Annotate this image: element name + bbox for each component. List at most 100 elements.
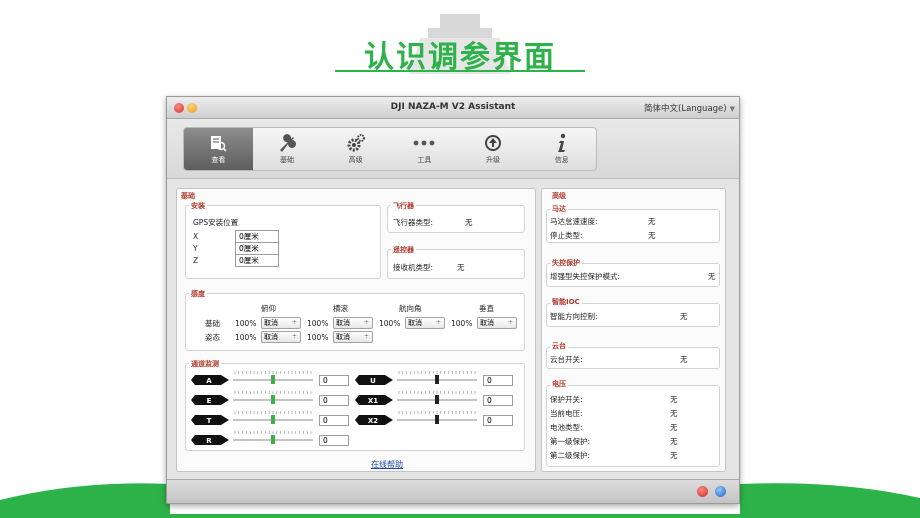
channel-value-field: 0 — [483, 375, 513, 386]
ioc-value: 无 — [680, 312, 688, 321]
mount-group-title: 安装 — [189, 201, 207, 211]
ioc-label: 智能方向控制: — [550, 312, 598, 321]
gain-vertical-select[interactable]: 取消 ÷ — [477, 317, 517, 329]
content-area: 基础 安装 GPS安装位置 X 0厘米 Y 0厘米 Z 0厘米 飞行器 飞行器类… — [173, 186, 733, 474]
select-value: 取消 — [264, 319, 278, 327]
language-select[interactable]: 简体中文(Language) ▼ — [644, 102, 735, 114]
gain-header-pitch: 俯仰 — [261, 304, 276, 313]
mount-z-field[interactable]: 0厘米 — [235, 254, 279, 267]
gain-roll-select[interactable]: 取消 ÷ — [333, 317, 373, 329]
stepper-icon: ÷ — [363, 333, 369, 340]
gain-yaw-select[interactable]: 取消 ÷ — [405, 317, 445, 329]
voltage-row-label: 电池类型: — [550, 423, 583, 432]
gimbal-group-title: 云台 — [550, 341, 568, 351]
select-value: 取消 — [336, 333, 350, 341]
channel-name: U — [370, 377, 376, 385]
receiver-type-label: 接收机类型: — [393, 263, 434, 272]
gain-group-title: 感度 — [189, 289, 207, 299]
tab-basic[interactable]: 基础 — [253, 128, 322, 170]
basic-panel: 基础 安装 GPS安装位置 X 0厘米 Y 0厘米 Z 0厘米 飞行器 飞行器类… — [176, 188, 536, 472]
stepper-icon: ÷ — [363, 319, 369, 326]
channel-slider[interactable] — [233, 410, 313, 424]
tab-advanced[interactable]: 高级 — [321, 128, 390, 170]
toolbar-tabs: 查看 基础 高级 工具 升级 信息 — [183, 127, 597, 171]
receiver-type-value: 无 — [457, 263, 465, 272]
tab-label: 查看 — [211, 156, 226, 164]
gain-row-label-basic: 基础 — [205, 319, 220, 328]
voltage-row-value: 无 — [670, 437, 678, 446]
channel-value-field: 0 — [319, 415, 349, 426]
channel-slider[interactable] — [233, 390, 313, 404]
tab-info[interactable]: 信息 — [527, 128, 596, 170]
wrench-icon — [276, 133, 298, 153]
channel-name: T — [207, 417, 212, 425]
axis-x-label: X — [193, 232, 199, 241]
voltage-row-value: 无 — [670, 451, 678, 460]
stepper-icon: ÷ — [435, 319, 441, 326]
advanced-section-title: 高级 — [552, 192, 566, 200]
language-label: 简体中文(Language) — [644, 104, 727, 114]
channel-slider[interactable] — [397, 390, 477, 404]
motor-idle-label: 马达怠速速度: — [550, 217, 598, 226]
ioc-group-title: 智能IOC — [550, 297, 582, 307]
channel-tag-icon: E — [191, 395, 229, 405]
status-led-blue-icon — [715, 486, 726, 497]
voltage-row-label: 保护开关: — [550, 395, 583, 404]
gps-position-label: GPS安装位置 — [193, 218, 239, 227]
voltage-row-value: 无 — [670, 423, 678, 432]
channel-name: R — [206, 437, 212, 445]
channel-value-field: 0 — [319, 435, 349, 446]
aircraft-type-label: 飞行器类型: — [393, 218, 434, 227]
voltage-group-title: 电压 — [550, 379, 568, 389]
channel-slider[interactable] — [233, 370, 313, 384]
basic-section-title: 基础 — [181, 192, 195, 200]
title-bar: DJI NAZA-M V2 Assistant 简体中文(Language) ▼ — [167, 97, 739, 119]
channel-monitor-title: 通道监测 — [189, 359, 221, 369]
gimbal-switch-label: 云台开关: — [550, 355, 583, 364]
gain-row-label-attitude: 姿态 — [205, 333, 220, 342]
channel-tag-icon: T — [191, 415, 229, 425]
channel-name: A — [206, 377, 212, 385]
failsafe-group-title: 失控保护 — [550, 258, 582, 268]
select-value: 取消 — [480, 319, 494, 327]
channel-slider[interactable] — [233, 430, 313, 444]
gain-header-yaw: 航向角 — [399, 304, 422, 313]
axis-y-label: Y — [193, 244, 198, 253]
gain-pitch-select[interactable]: 取消 ÷ — [261, 317, 301, 329]
channel-tag-icon: U — [355, 375, 393, 385]
gain-header-vertical: 垂直 — [479, 304, 494, 313]
tab-tools[interactable]: 工具 — [390, 128, 459, 170]
stop-type-label: 停止类型: — [550, 231, 583, 240]
gain-header-roll: 横滚 — [333, 304, 348, 313]
channel-name: E — [207, 397, 212, 405]
aircraft-group-title: 飞行器 — [391, 201, 416, 211]
info-icon — [551, 133, 573, 153]
tab-label: 升级 — [486, 156, 501, 164]
status-led-red-icon — [697, 486, 708, 497]
title-underline — [335, 70, 585, 72]
channel-name: X2 — [368, 417, 378, 425]
gain-vertical-percent: 100% — [451, 319, 473, 328]
gears-icon — [345, 133, 367, 153]
axis-z-label: Z — [193, 256, 199, 265]
online-help-link[interactable]: 在线帮助 — [371, 459, 403, 470]
channel-slider[interactable] — [397, 410, 477, 424]
channel-tag-icon: X1 — [355, 395, 393, 405]
tab-label: 信息 — [554, 156, 569, 164]
channel-slider[interactable] — [397, 370, 477, 384]
tab-upgrade[interactable]: 升级 — [459, 128, 528, 170]
channel-value-field: 0 — [319, 395, 349, 406]
gain-roll-percent: 100% — [307, 319, 329, 328]
attitude-pitch-select[interactable]: 取消 ÷ — [261, 331, 301, 343]
channel-tag-icon: A — [191, 375, 229, 385]
app-window: DJI NAZA-M V2 Assistant 简体中文(Language) ▼ … — [166, 96, 740, 504]
channel-value-field: 0 — [483, 415, 513, 426]
stepper-icon: ÷ — [507, 319, 513, 326]
stepper-icon: ÷ — [291, 333, 297, 340]
attitude-roll-select[interactable]: 取消 ÷ — [333, 331, 373, 343]
status-bar — [167, 479, 739, 503]
voltage-row-value: 无 — [670, 395, 678, 404]
channel-value-field: 0 — [319, 375, 349, 386]
failsafe-mode-value: 无 — [708, 272, 716, 281]
tab-view[interactable]: 查看 — [184, 128, 253, 170]
